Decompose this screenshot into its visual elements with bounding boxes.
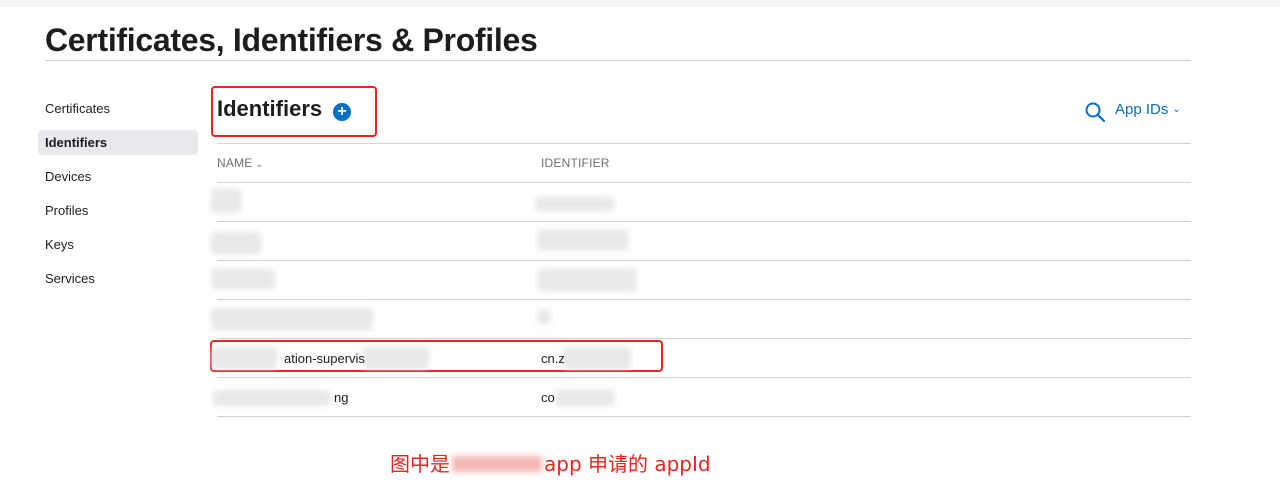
top-bar xyxy=(0,0,1280,7)
table-header: NAME ⌄ IDENTIFIER xyxy=(217,143,1191,183)
identifier-column-header: IDENTIFIER xyxy=(541,156,1191,170)
sidebar-item-devices[interactable]: Devices xyxy=(38,164,198,189)
name-column-header[interactable]: NAME ⌄ xyxy=(217,156,541,170)
table-row[interactable]: ng co xyxy=(213,378,1191,417)
identifier-cell xyxy=(535,183,1191,221)
identifier-cell xyxy=(537,261,1191,299)
identifiers-table: NAME ⌄ IDENTIFIER ation-supervis cn.z ng… xyxy=(211,143,1191,417)
page-title: Certificates, Identifiers & Profiles xyxy=(45,22,538,58)
sidebar-item-identifiers[interactable]: Identifiers xyxy=(38,130,198,155)
name-cell: ation-supervis xyxy=(211,339,541,377)
filter-label: App IDs xyxy=(1115,101,1169,118)
chevron-down-icon: ⌄ xyxy=(255,159,264,169)
identifier-cell: co xyxy=(541,378,1191,416)
sidebar-item-keys[interactable]: Keys xyxy=(38,232,198,257)
search-icon[interactable] xyxy=(1084,101,1106,123)
identifier-cell xyxy=(537,300,1191,338)
table-row[interactable] xyxy=(211,261,1191,300)
name-header-label: NAME xyxy=(217,156,253,170)
identifier-text: cn.z xyxy=(541,350,565,366)
name-cell xyxy=(211,300,541,338)
section-title: Identifiers xyxy=(217,96,323,121)
name-cell xyxy=(211,222,541,260)
identifier-header-label: IDENTIFIER xyxy=(541,156,610,170)
annotation-caption: 图中是 app 申请的 appId xyxy=(390,448,711,477)
chevron-down-icon: ⌄ xyxy=(1172,104,1181,115)
plus-circle-icon[interactable]: + xyxy=(333,103,351,121)
sidebar-item-profiles[interactable]: Profiles xyxy=(38,198,198,223)
sidebar-item-services[interactable]: Services xyxy=(38,266,198,291)
name-cell xyxy=(211,183,541,221)
sidebar-item-certificates[interactable]: Certificates xyxy=(38,96,198,121)
annotation-prefix: 图中是 xyxy=(390,452,450,476)
sidebar: Certificates Identifiers Devices Profile… xyxy=(38,96,198,300)
identifier-cell: cn.z xyxy=(541,339,1191,377)
name-cell xyxy=(211,261,541,299)
app-ids-filter-select[interactable]: App IDs ⌄ xyxy=(1115,101,1181,118)
table-row[interactable]: ation-supervis cn.z xyxy=(211,339,1191,378)
table-row[interactable] xyxy=(211,300,1191,339)
table-row[interactable] xyxy=(211,222,1191,261)
name-text: ng xyxy=(334,389,349,405)
table-row[interactable] xyxy=(211,183,1191,222)
name-text: ation-supervis xyxy=(284,350,365,366)
redacted-app-name xyxy=(452,456,542,472)
annotation-suffix: app 申请的 appId xyxy=(544,452,711,476)
title-divider xyxy=(45,60,1191,61)
name-cell: ng xyxy=(213,378,541,416)
identifier-cell xyxy=(537,222,1191,260)
identifier-text: co xyxy=(541,389,555,405)
